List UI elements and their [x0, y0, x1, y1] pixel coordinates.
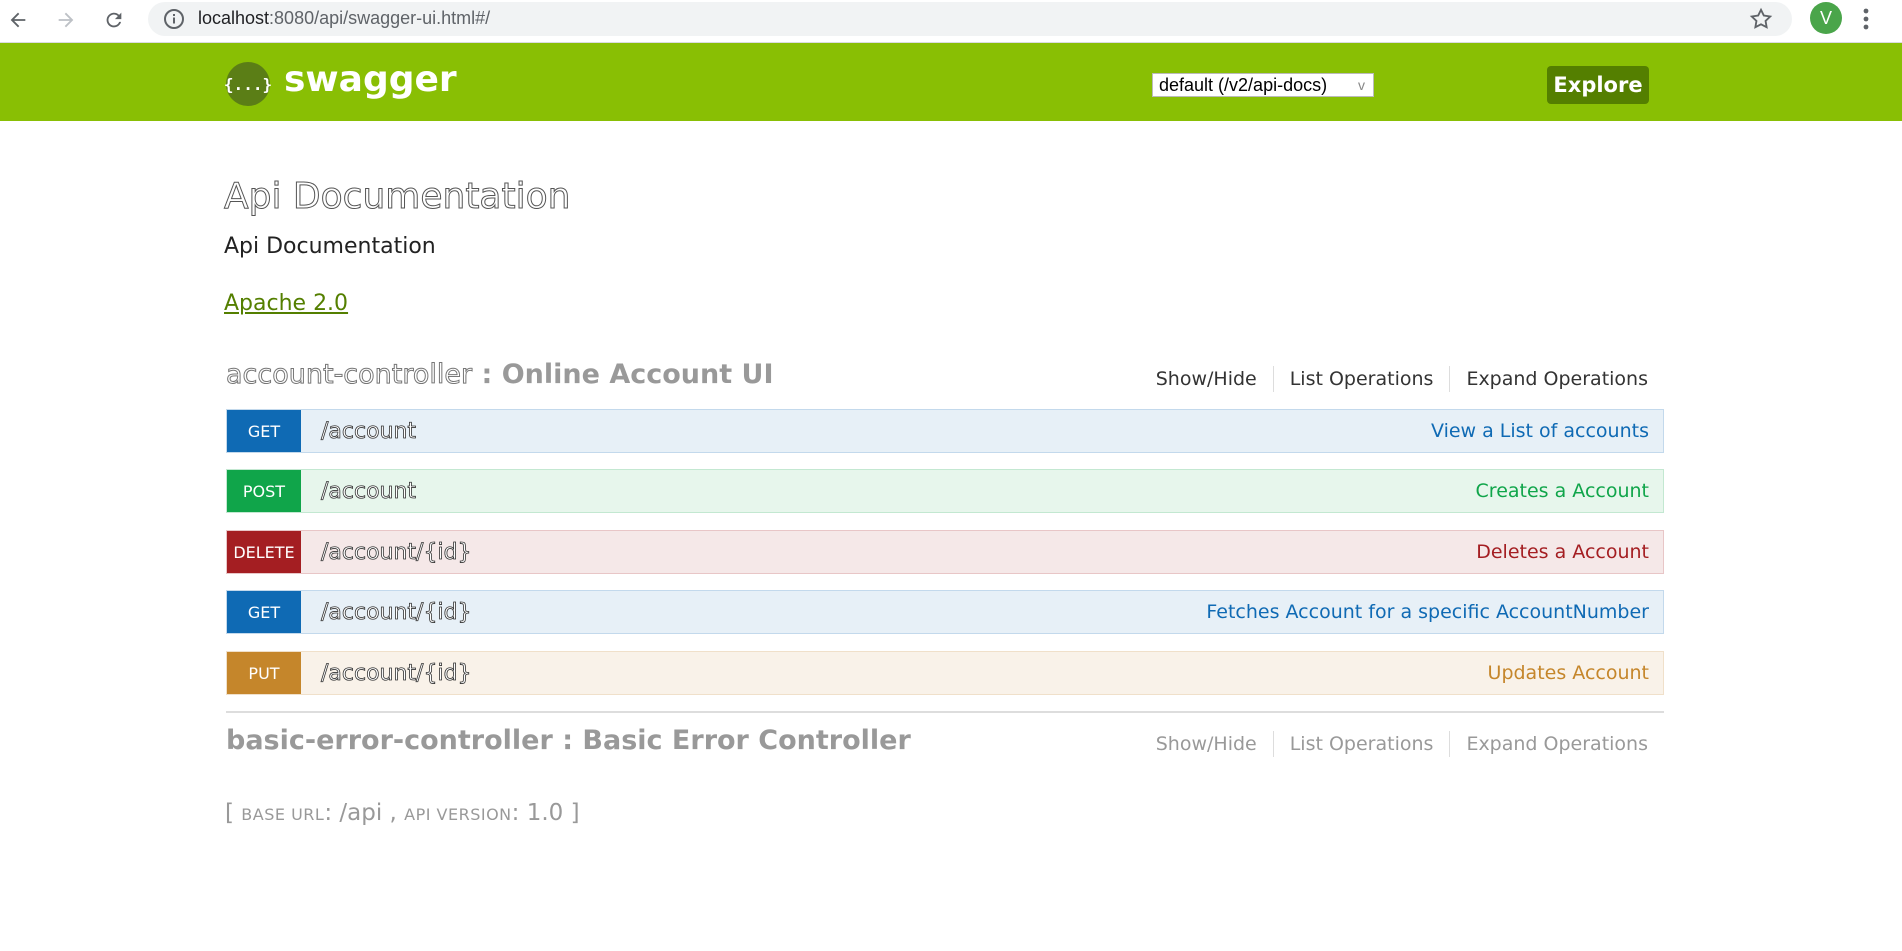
swagger-logo-text[interactable]: swagger — [284, 59, 457, 100]
kebab-menu-icon[interactable] — [1860, 4, 1872, 38]
http-method-badge[interactable]: POST — [227, 470, 301, 512]
operation-summary[interactable]: Updates Account — [1488, 662, 1649, 684]
api-title: Api Documentation — [223, 176, 571, 218]
api-description: Api Documentation — [224, 234, 436, 259]
expand-operations-link[interactable]: Expand Operations — [1450, 368, 1648, 390]
operation-path[interactable]: /account/{id} — [321, 539, 472, 565]
operation-summary[interactable]: Creates a Account — [1476, 480, 1649, 502]
list-operations-link[interactable]: List Operations — [1274, 733, 1450, 755]
show-hide-link[interactable]: Show/Hide — [1140, 733, 1273, 755]
resource-heading-account-controller[interactable]: account-controller : Online Account UI — [225, 359, 774, 391]
resource-description[interactable]: Basic Error Controller — [582, 725, 910, 756]
explore-button[interactable]: Explore — [1547, 66, 1649, 104]
api-spec-selected: default (/v2/api-docs) — [1159, 75, 1328, 95]
operation-path[interactable]: /account/{id} — [321, 660, 472, 686]
operation-put-account-id[interactable]: PUT /account/{id} Updates Account — [226, 651, 1664, 695]
api-version-value: : 1.0 ] — [511, 800, 580, 826]
show-hide-link[interactable]: Show/Hide — [1140, 368, 1273, 390]
star-icon[interactable] — [1748, 6, 1774, 36]
http-method-badge[interactable]: GET — [227, 410, 301, 452]
back-arrow-icon[interactable] — [2, 4, 34, 36]
http-method-badge[interactable]: PUT — [227, 652, 301, 694]
operation-get-account[interactable]: GET /account View a List of accounts — [226, 409, 1664, 453]
info-icon[interactable] — [162, 7, 186, 35]
api-spec-select[interactable]: default (/v2/api-docs) v — [1152, 73, 1374, 97]
license-link[interactable]: Apache 2.0 — [224, 291, 348, 316]
resource-separator: : — [472, 359, 502, 390]
resource-actions: Show/Hide List Operations Expand Operati… — [1140, 366, 1648, 392]
footer-open-bracket: [ — [225, 800, 242, 826]
operation-path[interactable]: /account/{id} — [321, 599, 472, 625]
operation-post-account[interactable]: POST /account Creates a Account — [226, 469, 1664, 513]
resource-separator: : — [552, 725, 583, 756]
operation-summary[interactable]: Deletes a Account — [1476, 541, 1649, 563]
browser-toolbar: localhost:8080/api/swagger-ui.html#/ V — [0, 0, 1902, 43]
swagger-header: {...} swagger default (/v2/api-docs) v E… — [0, 43, 1902, 121]
operation-path[interactable]: /account — [321, 418, 417, 444]
operation-get-account-id[interactable]: GET /account/{id} Fetches Account for a … — [226, 590, 1664, 634]
url-host: localhost — [198, 8, 270, 28]
resource-name[interactable]: basic-error-controller — [226, 725, 553, 756]
resource-divider — [226, 711, 1664, 713]
avatar[interactable]: V — [1810, 2, 1842, 34]
api-version-label: api version — [404, 805, 512, 824]
url-rest: :8080/api/swagger-ui.html#/ — [269, 8, 491, 28]
operation-summary[interactable]: Fetches Account for a specific AccountNu… — [1206, 601, 1649, 623]
forward-arrow-icon[interactable] — [50, 4, 82, 36]
list-operations-link[interactable]: List Operations — [1274, 368, 1450, 390]
operation-summary[interactable]: View a List of accounts — [1431, 420, 1649, 442]
api-footer: [ base url: /api , api version: 1.0 ] — [225, 800, 580, 826]
chevron-down-icon: v — [1358, 77, 1365, 93]
url-text[interactable]: localhost:8080/api/swagger-ui.html#/ — [198, 8, 490, 29]
swagger-logo-icon[interactable]: {...} — [224, 62, 272, 106]
base-url-value: : /api , — [324, 800, 405, 826]
address-bar[interactable]: localhost:8080/api/swagger-ui.html#/ — [148, 2, 1792, 36]
operation-delete-account-id[interactable]: DELETE /account/{id} Deletes a Account — [226, 530, 1664, 574]
http-method-badge[interactable]: GET — [227, 591, 301, 633]
reload-icon[interactable] — [98, 4, 130, 36]
resource-name[interactable]: account-controller — [225, 359, 472, 391]
base-url-label: base url — [241, 805, 325, 824]
resource-actions: Show/Hide List Operations Expand Operati… — [1140, 731, 1648, 757]
resource-heading-basic-error-controller[interactable]: basic-error-controller : Basic Error Con… — [226, 725, 911, 756]
http-method-badge[interactable]: DELETE — [227, 531, 301, 573]
resource-description[interactable]: Online Account UI — [502, 359, 774, 390]
expand-operations-link[interactable]: Expand Operations — [1450, 733, 1648, 755]
operation-path[interactable]: /account — [321, 478, 417, 504]
